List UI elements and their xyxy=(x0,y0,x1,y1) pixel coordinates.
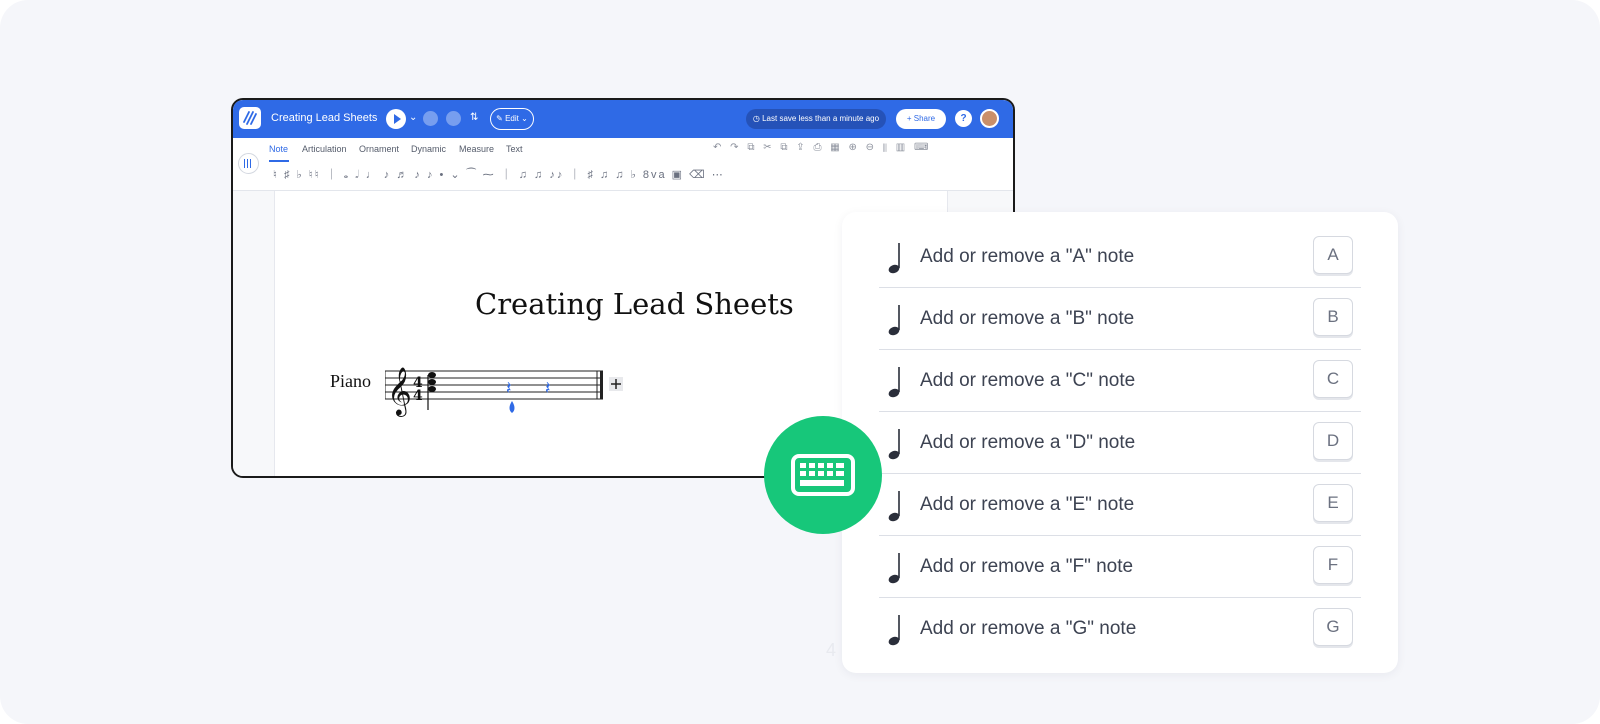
metronome-icon[interactable] xyxy=(423,111,438,126)
shortcut-key: G xyxy=(1313,608,1353,646)
quarter-rest-icon[interactable]: 𝄽 xyxy=(545,378,551,399)
shortcut-label: Add or remove a "A" note xyxy=(920,246,1135,267)
shortcut-key: F xyxy=(1313,546,1353,584)
edit-tools-row[interactable]: ↶ ↷ ⧉ ✂ ⧉ ⇪ ⎙ ▦ ⊕ ⊖ ⦀ ▥ ⌨ xyxy=(713,142,931,153)
active-tab-indicator xyxy=(269,160,289,162)
shortcut-label: Add or remove a "E" note xyxy=(920,494,1135,515)
quarter-note-icon xyxy=(888,305,900,336)
list-item[interactable]: Add or remove a "F" note F xyxy=(879,536,1361,598)
shortcut-label: Add or remove a "G" note xyxy=(920,618,1137,639)
quarter-note-icon xyxy=(888,367,900,398)
time-signature-bottom: 4 xyxy=(413,388,423,404)
list-item[interactable]: Add or remove a "A" note A xyxy=(879,226,1361,288)
last-save-text: Last save less than a minute ago xyxy=(762,114,880,123)
tab-text[interactable]: Text xyxy=(506,144,523,154)
page-number: 4 xyxy=(826,640,837,660)
shortcut-key: B xyxy=(1313,298,1353,336)
list-item[interactable]: Add or remove a "D" note D xyxy=(879,412,1361,474)
keyboard-icon xyxy=(791,454,855,496)
share-label: Share xyxy=(913,114,936,123)
last-save-status[interactable]: ◷ Last save less than a minute ago xyxy=(746,109,886,129)
quarter-note-icon xyxy=(888,429,900,460)
chevron-down-icon[interactable]: ⌄ xyxy=(409,112,417,123)
quarter-note-icon xyxy=(888,491,900,522)
shortcut-label: Add or remove a "D" note xyxy=(920,432,1136,453)
shortcut-key: E xyxy=(1313,484,1353,522)
speaker-icon[interactable] xyxy=(446,111,461,126)
shortcut-label: Add or remove a "C" note xyxy=(920,370,1136,391)
toolbar-ribbon: Note Articulation Ornament Dynamic Measu… xyxy=(233,138,1013,191)
shortcut-label: Add or remove a "B" note xyxy=(920,308,1135,329)
edit-label: Edit xyxy=(505,114,519,123)
canvas: Creating Lead Sheets ⌄ ⇅ ✎ Edit ⌄ ◷ Last… xyxy=(0,0,1600,724)
tab-measure[interactable]: Measure xyxy=(459,144,494,154)
list-item[interactable]: Add or remove a "G" note G xyxy=(879,598,1361,659)
shortcut-label: Add or remove a "F" note xyxy=(920,556,1134,577)
note-tools-row[interactable]: ♮ ♯ ♭ ♮♮ ｜ 𝅝 𝅗𝅥 ♩ ♪ ♬ ♪ ♪ • ⌄ ⁀ ⁓ ｜ ♫ ♫ … xyxy=(273,166,725,182)
quarter-rest-icon[interactable]: 𝄽 xyxy=(506,378,512,399)
shortcut-key: A xyxy=(1313,236,1353,274)
edit-mode-button[interactable]: ✎ Edit ⌄ xyxy=(490,108,534,130)
title-bar: Creating Lead Sheets ⌄ ⇅ ✎ Edit ⌄ ◷ Last… xyxy=(233,100,1013,138)
keyboard-badge xyxy=(764,416,882,534)
tab-articulation[interactable]: Articulation xyxy=(302,144,347,154)
shortcut-list: Add or remove a "A" note A Add or remove… xyxy=(879,226,1361,659)
staff[interactable]: 𝄞 4 4 𝄽 𝄽 xyxy=(385,361,625,421)
score-title[interactable]: Creating Lead Sheets xyxy=(475,287,794,321)
quarter-note-icon xyxy=(888,615,900,646)
tab-note[interactable]: Note xyxy=(269,144,288,154)
shortcut-key: D xyxy=(1313,422,1353,460)
help-button[interactable]: ? xyxy=(955,110,972,127)
avatar[interactable] xyxy=(980,109,999,128)
shortcut-panel: Add or remove a "A" note A Add or remove… xyxy=(842,212,1398,673)
quarter-note-icon xyxy=(888,243,900,274)
list-item[interactable]: Add or remove a "C" note C xyxy=(879,350,1361,412)
quarter-note-icon xyxy=(888,553,900,584)
tab-ornament[interactable]: Ornament xyxy=(359,144,399,154)
shortcut-key: C xyxy=(1313,360,1353,398)
mixer-icon[interactable]: ⇅ xyxy=(470,112,478,123)
document-title[interactable]: Creating Lead Sheets xyxy=(271,112,377,124)
cursor-drop-icon[interactable] xyxy=(509,401,515,413)
instrument-name[interactable]: Piano xyxy=(330,371,371,392)
share-button[interactable]: + Share xyxy=(896,109,946,129)
tab-dynamic[interactable]: Dynamic xyxy=(411,144,446,154)
treble-clef-icon: 𝄞 xyxy=(387,366,412,417)
piano-keyboard-icon[interactable] xyxy=(238,153,259,174)
list-item[interactable]: Add or remove a "E" note E xyxy=(879,474,1361,536)
list-item[interactable]: Add or remove a "B" note B xyxy=(879,288,1361,350)
play-button[interactable] xyxy=(386,109,406,129)
flat-logo-icon[interactable] xyxy=(239,107,261,129)
